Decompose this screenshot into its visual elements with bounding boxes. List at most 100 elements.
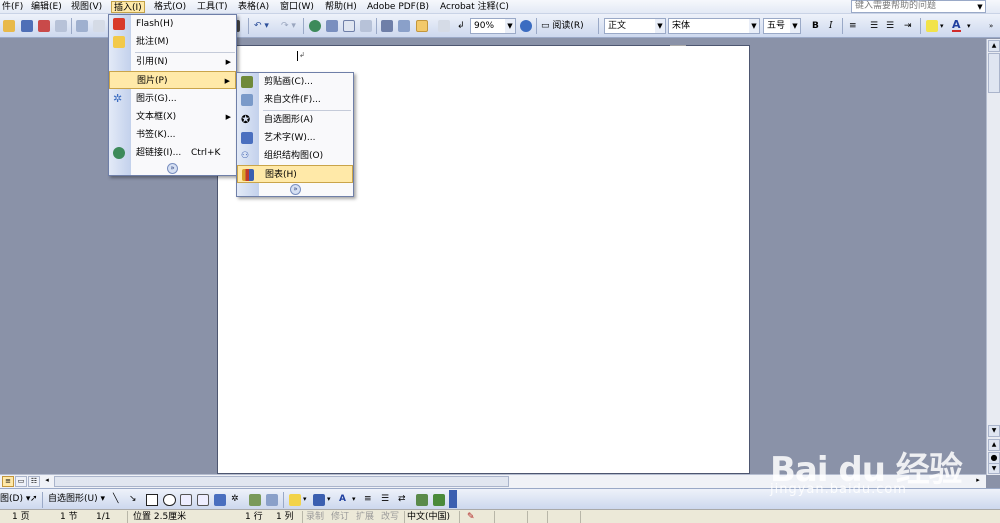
shadow-style-icon[interactable] (416, 494, 428, 506)
status-extend[interactable]: 扩展 (356, 511, 374, 523)
arrow-style-icon[interactable]: ⇄ (398, 492, 406, 506)
expand-menu-icon[interactable]: » (167, 163, 178, 174)
toolbar-options-icon[interactable] (449, 490, 457, 508)
menu-format[interactable]: 格式(O) (152, 1, 188, 13)
help-search-input[interactable]: 键入需要帮助的问题 (851, 0, 986, 13)
chevron-down-icon[interactable]: ▾ (327, 492, 331, 506)
tables-borders-icon[interactable] (326, 20, 338, 32)
align-icon[interactable]: ≡ (849, 19, 857, 33)
font-size-select[interactable]: 五号 ▼ (763, 18, 801, 34)
insert-picture-icon[interactable] (266, 494, 278, 506)
print-icon[interactable] (55, 20, 67, 32)
text-box-icon[interactable] (180, 494, 192, 506)
line-color-icon[interactable] (313, 494, 325, 506)
chevron-down-icon[interactable]: ▼ (749, 19, 759, 33)
chevron-down-icon[interactable]: ▾ (352, 492, 356, 506)
next-page-icon[interactable]: ▼ (988, 463, 1000, 474)
3d-style-icon[interactable] (433, 494, 445, 506)
hscroll-thumb[interactable] (54, 476, 509, 487)
menu-adobe-pdf[interactable]: Adobe PDF(B) (365, 1, 431, 13)
status-overtype[interactable]: 改写 (381, 511, 399, 523)
menu-item-wordart[interactable]: 艺术字(W)... (237, 129, 353, 147)
web-view-icon[interactable]: ▭ (15, 476, 27, 487)
scroll-thumb[interactable] (988, 53, 1000, 93)
chevron-down-icon[interactable]: ▼ (505, 19, 515, 33)
line-icon[interactable]: ╲ (113, 492, 118, 506)
font-select[interactable]: 宋体 ▼ (668, 18, 760, 34)
menu-item-comment[interactable]: 批注(M) (109, 33, 236, 51)
menu-window[interactable]: 窗口(W) (278, 1, 316, 13)
previous-page-icon[interactable]: ▲ (988, 439, 1000, 451)
menu-item-flash[interactable]: Flash(H) (109, 15, 236, 33)
help-icon[interactable] (520, 20, 532, 32)
insert-table-icon[interactable] (343, 20, 355, 32)
draw-menu-button[interactable]: 图(D) ▾ (0, 492, 30, 506)
menu-item-autoshape[interactable]: ✪ 自选图形(A) (237, 111, 353, 129)
chevron-down-icon[interactable]: ▾ (303, 492, 307, 506)
italic-button[interactable]: I (829, 19, 833, 33)
paragraph-mark-icon[interactable]: ↲ (457, 19, 465, 33)
expand-menu-icon[interactable]: » (290, 184, 301, 195)
menu-item-picture[interactable]: 图片(P) ▶ (109, 71, 236, 89)
save-icon[interactable] (21, 20, 33, 32)
permission-icon[interactable] (38, 20, 50, 32)
diagram-icon[interactable]: ✲ (231, 492, 239, 506)
autoshapes-button[interactable]: 自选图形(U) ▾ (48, 492, 105, 506)
print-preview-icon[interactable] (76, 20, 88, 32)
font-color-icon[interactable]: A (339, 492, 346, 506)
oval-icon[interactable] (163, 494, 176, 506)
menu-edit[interactable]: 编辑(E) (29, 1, 64, 13)
font-color-button[interactable]: A (952, 19, 961, 32)
chevron-down-icon[interactable]: ▾ (940, 19, 944, 33)
menu-file[interactable]: 件(F) (0, 1, 25, 13)
menu-item-hyperlink[interactable]: 超链接(I)... Ctrl+K (109, 144, 236, 162)
open-icon[interactable] (3, 20, 15, 32)
menu-insert[interactable]: 插入(I) (111, 1, 145, 13)
menu-item-bookmark[interactable]: 书签(K)... (109, 126, 236, 144)
spelling-icon[interactable] (93, 20, 105, 32)
read-button[interactable]: ▭ 阅读(R) (541, 19, 584, 33)
hyperlink-icon[interactable] (309, 20, 321, 32)
scroll-down-icon[interactable]: ▼ (988, 425, 1000, 437)
menu-table[interactable]: 表格(A) (236, 1, 271, 13)
menu-item-diagram[interactable]: ✲ 图示(G)... (109, 90, 236, 108)
chevron-down-icon[interactable]: ▼ (790, 19, 800, 33)
menu-view[interactable]: 视图(V) (69, 1, 104, 13)
outline-view-icon[interactable]: ☷ (28, 476, 40, 487)
menu-item-clipart[interactable]: 剪贴画(C)... (237, 73, 353, 91)
normal-view-icon[interactable]: ≡ (2, 476, 14, 487)
undo-icon[interactable]: ↶ ▾ (254, 19, 269, 33)
insert-excel-icon[interactable] (360, 20, 372, 32)
menu-tools[interactable]: 工具(T) (195, 1, 230, 13)
columns-icon[interactable] (381, 20, 393, 32)
status-track-changes[interactable]: 修订 (331, 511, 349, 523)
spelling-status-icon[interactable]: ✎ (467, 511, 475, 523)
scroll-left-icon[interactable]: ◂ (41, 476, 53, 487)
menu-item-reference[interactable]: 引用(N) ▶ (109, 53, 236, 71)
menu-acrobat-comments[interactable]: Acrobat 注释(C) (438, 1, 511, 13)
chevron-down-icon[interactable]: ▼ (655, 19, 665, 33)
menu-item-chart[interactable]: 图表(H) (237, 165, 353, 183)
scroll-right-icon[interactable]: ▸ (972, 476, 984, 487)
toolbar-options-icon[interactable]: » (989, 19, 993, 33)
bold-button[interactable]: B (812, 19, 819, 33)
status-record[interactable]: 录制 (306, 511, 324, 523)
highlight-icon[interactable] (926, 20, 938, 32)
wordart-icon[interactable] (214, 494, 226, 506)
document-map-icon[interactable] (416, 20, 428, 32)
vertical-text-box-icon[interactable] (197, 494, 209, 506)
style-select[interactable]: 正文 ▼ (604, 18, 666, 34)
chevron-down-icon[interactable]: ▾ (967, 19, 971, 33)
menu-help[interactable]: 帮助(H) (323, 1, 359, 13)
bullets-icon[interactable]: ☰ (886, 19, 894, 33)
scroll-up-icon[interactable]: ▲ (988, 40, 1000, 52)
zoom-select[interactable]: 90% ▼ (470, 18, 516, 34)
rectangle-icon[interactable] (146, 494, 158, 506)
menu-item-org-chart[interactable]: ⚇ 组织结构图(O) (237, 147, 353, 165)
drawing-icon[interactable] (398, 20, 410, 32)
menu-item-text-box[interactable]: 文本框(X) ▶ (109, 108, 236, 126)
chevron-down-icon[interactable]: ▼ (975, 2, 985, 12)
dash-style-icon[interactable]: ☰ (381, 492, 389, 506)
show-hide-icon[interactable] (438, 20, 450, 32)
vertical-scrollbar[interactable]: ▲ ▼ ▲ ● ▼ (986, 39, 1000, 475)
